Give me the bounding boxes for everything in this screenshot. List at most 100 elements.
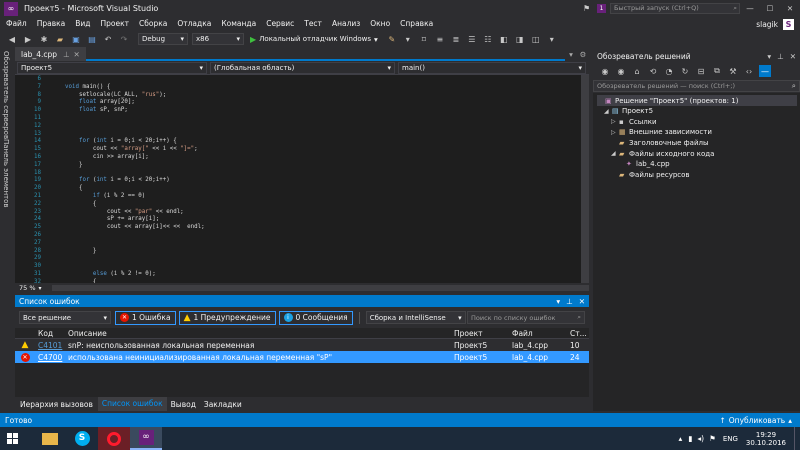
settings-icon[interactable]: ⚙ [577,50,589,59]
new-project-icon[interactable]: ✱ [38,33,50,45]
expand-arrow-icon[interactable]: ◢ [611,150,619,157]
minimize-button[interactable]: — [740,4,760,13]
home-icon[interactable]: ⌂ [631,65,643,77]
collapse-icon[interactable]: ⊟ [695,65,707,77]
chevron-down-icon[interactable]: ▾ [39,285,42,292]
open-folder-icon[interactable]: ▰ [54,33,66,45]
expand-arrow-icon[interactable]: ◢ [604,108,612,115]
zoom-level[interactable]: 75 % [19,284,36,292]
toolbox-tab[interactable]: Панель элементов [2,139,10,208]
back-icon[interactable]: ◀ [6,33,18,45]
tab-bookmarks[interactable]: Закладки [200,400,246,409]
clear-bookmarks-icon[interactable]: ◫ [530,33,542,45]
tree-item[interactable]: ▰ Заголовочные файлы [611,137,709,148]
close-icon[interactable]: ✕ [74,50,80,59]
pin-icon[interactable]: ⊥ [566,297,573,306]
tree-item[interactable]: ▰ Файлы ресурсов [611,169,690,180]
user-name[interactable]: slagik [756,20,778,29]
tab-call-hierarchy[interactable]: Иерархия вызовов [15,400,98,409]
dropdown-icon[interactable]: ▾ [556,297,560,306]
tree-item[interactable]: ◢ ▰ Файлы исходного кода [611,148,714,159]
network-icon[interactable]: ▮ [688,434,692,443]
table-row[interactable]: ✕ C4700 использована неинициализированна… [15,351,589,363]
filter-icon[interactable]: ⚑ [583,4,593,13]
solution-search-input[interactable]: Обозреватель решений — поиск (Ctrl+;) ⌕ [593,80,800,92]
save-icon[interactable]: ▣ [70,33,82,45]
horizontal-scrollbar[interactable] [51,285,589,291]
skype-taskbar-button[interactable]: S [66,427,98,450]
platform-select[interactable]: x86 ▾ [192,33,244,45]
error-search-input[interactable]: Поиск по списку ошибок ⌕ [467,311,585,324]
uncomment-icon[interactable]: ☷ [482,33,494,45]
vs-taskbar-button[interactable]: ∞ [130,427,162,450]
column-line[interactable]: Ст... [567,329,589,338]
show-all-icon[interactable]: ⧉ [711,65,723,77]
refresh-icon[interactable]: ↻ [679,65,691,77]
user-avatar[interactable]: S [783,18,794,30]
menu-item[interactable]: Сервис [261,17,299,31]
more-icon[interactable]: ▾ [546,33,558,45]
tree-item[interactable]: ◢ ▤ Проект5 [604,106,653,117]
messages-filter-button[interactable]: i 0 Сообщения [278,310,353,325]
column-code[interactable]: Код [35,329,65,338]
build-filter-select[interactable]: Сборка и IntelliSense ▾ [365,311,466,324]
notification-badge[interactable]: 1 [597,4,606,13]
error-scope-select[interactable]: Все решение ▾ [19,311,111,324]
expand-arrow-icon[interactable]: ▷ [611,118,619,125]
config-select[interactable]: Debug ▾ [138,33,188,45]
close-icon[interactable]: ✕ [579,297,585,306]
explorer-taskbar-button[interactable] [34,427,66,450]
properties-icon[interactable]: — [759,65,771,77]
menu-item[interactable]: Справка [395,17,438,31]
menu-item[interactable]: Правка [32,17,71,31]
start-debug-button[interactable]: ▶ Локальный отладчик Windows ▾ [250,35,378,44]
save-all-icon[interactable]: ▤ [86,33,98,45]
tab-output[interactable]: Вывод [167,400,200,409]
function-select[interactable]: main() ▾ [398,61,586,74]
menu-item[interactable]: Файл [1,17,32,31]
attach-icon[interactable]: ✎ [386,33,398,45]
bookmark-icon[interactable]: ⌑ [418,33,430,45]
pending-changes-icon[interactable]: ◔ [663,65,675,77]
opera-taskbar-button[interactable] [98,427,130,450]
toolbar-overflow-icon[interactable]: ▾ [402,33,414,45]
server-explorer-tab[interactable]: Обозреватель серверов [2,51,10,139]
close-icon[interactable]: ✕ [790,52,796,61]
column-project[interactable]: Проект [451,329,509,338]
warnings-filter-button[interactable]: ▲ 1 Предупреждение [178,310,276,325]
sync-icon[interactable]: ⟲ [647,65,659,77]
column-file[interactable]: Файл [509,329,567,338]
menu-item[interactable]: Вид [70,17,95,31]
forward-icon[interactable]: ◉ [615,65,627,77]
tree-item[interactable]: ▣ Решение "Проект5" (проектов: 1) [597,95,797,106]
dropdown-icon[interactable]: ▾ [767,52,771,61]
indent-icon[interactable]: ≡ [434,33,446,45]
pin-icon[interactable]: ⊥ [777,52,784,61]
quick-launch-input[interactable]: Быстрый запуск (Ctrl+Q) ⌕ [610,3,740,14]
error-code-link[interactable]: C4101 [35,341,65,350]
tree-item[interactable]: ✦ lab_4.cpp [618,159,670,170]
volume-icon[interactable]: ◂) [697,434,704,443]
undo-icon[interactable]: ↶ [102,33,114,45]
tree-item[interactable]: ▷ ▦ Внешние зависимости [611,127,712,138]
menu-item[interactable]: Сборка [134,17,172,31]
maximize-button[interactable]: ☐ [760,4,780,13]
chevron-up-icon[interactable]: ▴ [788,416,792,425]
back-icon[interactable]: ◉ [599,65,611,77]
language-indicator[interactable]: ENG [723,435,738,443]
tab-lab4[interactable]: lab_4.cpp ⊥ ✕ [15,47,86,61]
clock[interactable]: 19:29 30.10.2016 [746,431,786,447]
wrench-icon[interactable]: ⚒ [727,65,739,77]
menu-item[interactable]: Команда [216,17,261,31]
tray-chevron-icon[interactable]: ▴ [678,434,682,443]
prev-bookmark-icon[interactable]: ◧ [498,33,510,45]
errors-filter-button[interactable]: ✕ 1 Ошибка [115,310,176,325]
error-code-link[interactable]: C4700 [35,353,65,362]
pin-icon[interactable]: ⊥ [63,50,70,59]
redo-icon[interactable]: ↷ [118,33,130,45]
publish-button[interactable]: Опубликовать [729,416,785,425]
flag-icon[interactable]: ⚑ [709,434,716,443]
next-bookmark-icon[interactable]: ◨ [514,33,526,45]
forward-icon[interactable]: ▶ [22,33,34,45]
menu-item[interactable]: Тест [299,17,327,31]
